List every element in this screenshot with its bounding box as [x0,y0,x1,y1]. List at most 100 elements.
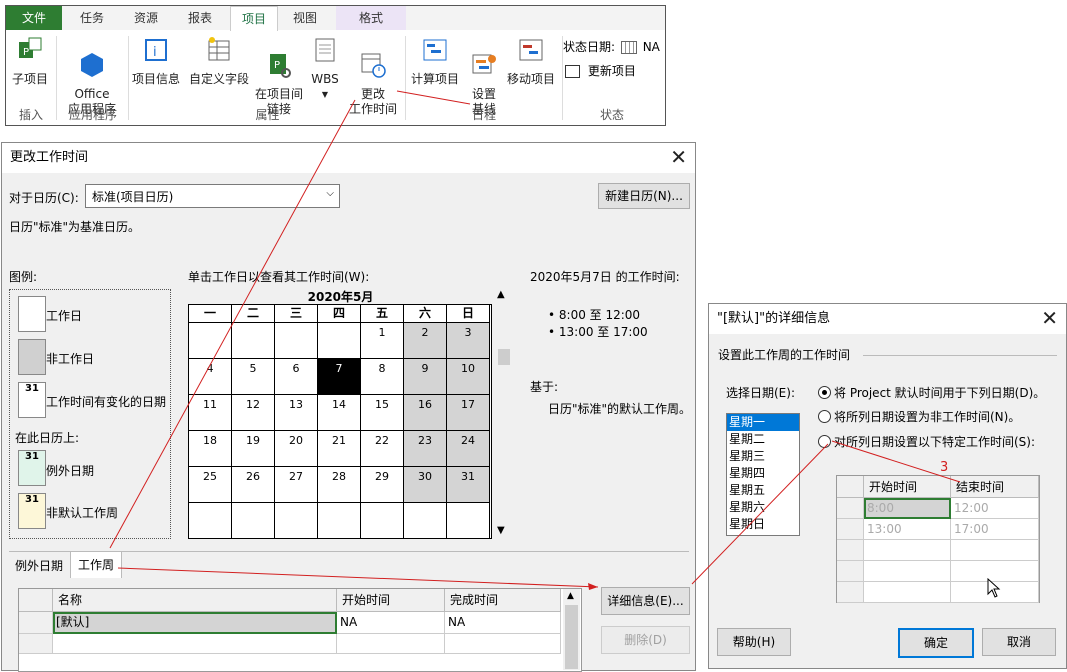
radio-default-time[interactable] [818,386,831,399]
time-cell-start[interactable]: 8:00 [864,498,951,519]
calendar-day[interactable]: 27 [275,467,318,503]
time-cell-end[interactable]: 17:00 [951,519,1039,540]
day-list-item[interactable]: 星期五 [727,482,799,499]
help-button[interactable]: 帮助(H) [717,628,791,656]
ok-button[interactable]: 确定 [898,628,974,658]
time-cell-start[interactable]: 13:00 [864,519,951,540]
details-button[interactable]: 详细信息(E)... [601,587,690,615]
calendar-day[interactable]: 29 [361,467,404,503]
calendar-day[interactable]: 3 [447,323,490,359]
tab-work-weeks[interactable]: 工作周 [70,551,122,578]
time-cell-start[interactable] [864,540,951,561]
cancel-button[interactable]: 取消 [982,628,1056,656]
calendar-day[interactable]: 19 [232,431,275,467]
close-icon[interactable]: ✕ [1041,307,1058,329]
days-listbox[interactable]: 星期一 星期二 星期三 星期四 星期五 星期六 星期日 [726,413,800,536]
move-project-button[interactable]: 移动项目 [504,36,558,87]
col-header-start[interactable]: 开始时间 [337,589,445,612]
chevron-up-icon[interactable]: ▲ [497,289,505,300]
calendar-day[interactable]: 6 [275,359,318,395]
day-list-item[interactable]: 星期二 [727,431,799,448]
wbs-button[interactable]: WBS ▼ [308,36,342,102]
table-cell[interactable] [53,634,337,654]
row-header[interactable] [837,540,864,561]
calendar-day[interactable]: 8 [361,359,404,395]
new-calendar-button[interactable]: 新建日历(N)... [598,183,690,209]
calendar-day[interactable]: 15 [361,395,404,431]
calendar-scrollbar[interactable]: ▲ ▼ [497,289,511,539]
tab-file[interactable]: 文件 [6,6,62,30]
tab-format[interactable]: 格式 [336,6,406,30]
row-header[interactable] [19,634,53,654]
status-date-control[interactable]: 状态日期: NA [563,38,660,55]
time-cell-end[interactable] [951,540,1039,561]
row-header[interactable] [837,498,864,519]
day-list-item[interactable]: 星期一 [727,414,799,431]
calendar-day[interactable]: 17 [447,395,490,431]
calendar-day[interactable]: 23 [404,431,447,467]
calendar-day[interactable]: 4 [189,359,232,395]
time-cell-end[interactable]: 12:00 [951,498,1039,519]
close-icon[interactable]: ✕ [670,146,687,168]
calendar-day[interactable]: 1 [361,323,404,359]
day-list-item[interactable]: 星期四 [727,465,799,482]
calendar-day[interactable]: 16 [404,395,447,431]
delete-button[interactable]: 删除(D) [601,626,690,654]
scroll-thumb[interactable] [498,349,510,365]
calendar-day[interactable]: 30 [404,467,447,503]
subproject-button[interactable]: P 子项目 [8,36,52,87]
calendar-select[interactable]: 标准(项目日历) ⌵ [85,184,340,208]
row-header[interactable] [837,519,864,540]
table-cell-finish[interactable]: NA [445,612,561,634]
scroll-thumb[interactable] [565,605,578,669]
calendar-day[interactable]: 25 [189,467,232,503]
time-cell-start[interactable] [864,561,951,582]
chevron-down-icon[interactable]: ▼ [497,525,505,536]
row-header[interactable] [19,612,53,634]
time-cell-start[interactable] [864,582,951,603]
tab-task[interactable]: 任务 [68,6,116,30]
calendar-day[interactable]: 14 [318,395,361,431]
calendar-day[interactable]: 28 [318,467,361,503]
calendar-day[interactable]: 26 [232,467,275,503]
project-info-button[interactable]: i 项目信息 [130,36,182,87]
table-cell-name[interactable]: [默认] [53,612,337,634]
calendar-day[interactable]: 21 [318,431,361,467]
calendar-day[interactable]: 13 [275,395,318,431]
calendar-day[interactable]: 22 [361,431,404,467]
table-scrollbar[interactable]: ▲ [563,589,580,670]
radio-nonworking[interactable] [818,410,831,423]
day-list-item[interactable]: 星期三 [727,448,799,465]
calendar-day[interactable]: 7 [318,359,361,395]
col-header-finish[interactable]: 完成时间 [445,589,561,612]
col-header-name[interactable]: 名称 [53,589,337,612]
col-header-end-time[interactable]: 结束时间 [951,476,1039,498]
tab-resource[interactable]: 资源 [122,6,170,30]
calendar-day[interactable]: 9 [404,359,447,395]
tab-view[interactable]: 视图 [282,6,328,30]
tab-project[interactable]: 项目 [230,6,278,31]
calendar-day[interactable]: 12 [232,395,275,431]
calendar-day[interactable]: 24 [447,431,490,467]
tab-exceptions[interactable]: 例外日期 [15,557,63,574]
calendar-day[interactable]: 11 [189,395,232,431]
col-header-start-time[interactable]: 开始时间 [864,476,951,498]
calendar-day[interactable]: 20 [275,431,318,467]
update-project-button[interactable]: 更新项目 [565,62,636,79]
day-list-item[interactable]: 星期日 [727,516,799,533]
row-header[interactable] [837,582,864,603]
calculate-project-button[interactable]: 计算项目 [408,36,462,87]
day-list-item[interactable]: 星期六 [727,499,799,516]
table-cell[interactable] [337,634,445,654]
calendar-day[interactable]: 10 [447,359,490,395]
table-cell-start[interactable]: NA [337,612,445,634]
tab-report[interactable]: 报表 [176,6,224,30]
calendar-day[interactable]: 5 [232,359,275,395]
calendar-day[interactable]: 2 [404,323,447,359]
custom-fields-button[interactable]: 自定义字段 [186,36,252,87]
chevron-up-icon[interactable]: ▲ [567,591,574,601]
calendar-day[interactable]: 31 [447,467,490,503]
calendar-day[interactable]: 18 [189,431,232,467]
row-header[interactable] [837,561,864,582]
table-cell[interactable] [445,634,561,654]
